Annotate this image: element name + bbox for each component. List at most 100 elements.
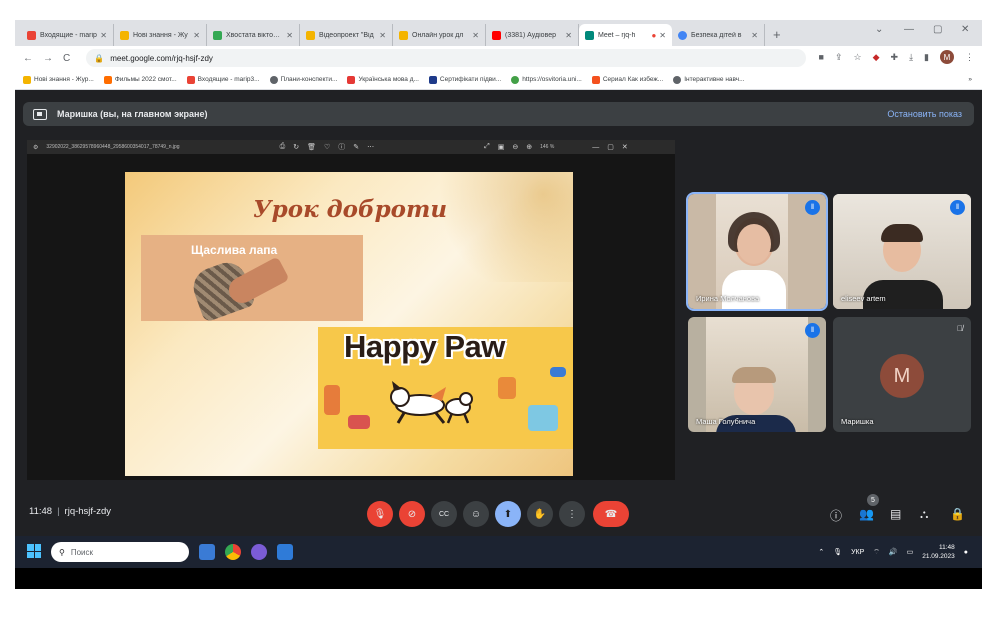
viewer-rotate-icon[interactable]: ↻ (293, 143, 299, 151)
browser-tab[interactable]: Відеопроект "Від ✕ (300, 24, 393, 46)
captions-button[interactable]: CC (431, 501, 457, 527)
browser-tab-active[interactable]: Meet – rjq-h ● ✕ (579, 24, 672, 46)
present-button[interactable]: ⬆ (495, 501, 521, 527)
wifi-icon[interactable]: ⌔ (873, 548, 880, 557)
more-options-button[interactable]: ⋮ (559, 501, 585, 527)
back-icon[interactable]: ← (23, 53, 33, 64)
reload-icon[interactable]: C (63, 53, 70, 64)
participant-tile[interactable]: ⦀ eliseev artem (833, 194, 971, 309)
meeting-info-icon[interactable]: ⓘ (830, 507, 842, 524)
tab-favicon-icon (120, 30, 129, 40)
tab-close-icon[interactable]: ✕ (379, 31, 386, 40)
taskbar-search-input[interactable]: ⚲ Поиск (51, 542, 189, 562)
viewer-favorite-icon[interactable]: ♡ (324, 143, 330, 151)
participant-tile[interactable]: M 🎙̸ Маришка (833, 317, 971, 432)
notifications-icon[interactable]: ● (964, 549, 968, 556)
browser-tab[interactable]: Хвостата вікторин ✕ (207, 24, 300, 46)
tab-close-icon[interactable]: ✕ (565, 31, 572, 40)
viewer-minimize-icon[interactable]: — (592, 144, 599, 151)
viber-app-icon[interactable] (251, 544, 267, 560)
windows-start-icon[interactable] (27, 544, 41, 558)
close-window-icon[interactable]: ✕ (961, 24, 969, 35)
browser-tab[interactable]: Нові знання - Жу ✕ (114, 24, 207, 46)
maximize-icon[interactable]: ▢ (933, 24, 942, 35)
bookmark-item[interactable]: Плани-конспекти... (269, 75, 337, 84)
download-icon[interactable]: ⤓ (909, 52, 913, 63)
extension-icon[interactable]: ◆ (873, 52, 880, 63)
menu-dots-icon[interactable]: ⋮ (965, 52, 974, 63)
bookmarks-overflow-icon[interactable]: » (968, 76, 972, 83)
star-icon[interactable]: ☆ (854, 52, 862, 63)
viewer-close-icon[interactable]: ✕ (622, 143, 628, 151)
bookmark-item[interactable]: Українська мова д... (347, 75, 419, 84)
viewer-app-icon: ⚙ (33, 144, 39, 151)
bookmark-item[interactable]: Нові знання - Жур... (23, 75, 94, 84)
browser-toolbar-icons: ■ ⇪ ☆ ◆ ✚ ⤓ ▮ M ⋮ (819, 50, 974, 64)
viewer-more-icon[interactable]: ⋯ (367, 143, 374, 151)
chat-icon[interactable]: ▤ (890, 507, 901, 521)
tab-favicon-icon (492, 30, 501, 40)
minimize-icon[interactable]: — (904, 24, 914, 35)
people-icon[interactable]: 👥 (859, 507, 874, 521)
viewer-zoom-in-icon[interactable]: ⊕ (526, 143, 532, 151)
viewer-fit-icon[interactable]: ▣ (498, 143, 505, 151)
bookmark-item[interactable]: Сериал Как избеж... (591, 75, 663, 84)
tab-close-icon[interactable]: ✕ (193, 31, 200, 40)
recording-dot-icon: ● (651, 30, 657, 40)
stop-presenting-button[interactable]: Остановить показ (887, 109, 962, 119)
chrome-app-icon[interactable] (225, 544, 241, 560)
mic-toggle-button[interactable]: 🎙 (367, 501, 393, 527)
camera-toggle-button[interactable]: ⊘ (399, 501, 425, 527)
battery-icon[interactable]: ▭ (907, 548, 914, 556)
camera-indicator-icon[interactable]: ■ (819, 52, 824, 62)
bookmark-favicon-icon (23, 75, 31, 84)
bookmark-item[interactable]: Сертифікати підви... (428, 75, 501, 84)
participant-tile[interactable]: ⦀ Ирина Молчанова (686, 192, 828, 311)
new-tab-icon[interactable]: + (773, 27, 781, 42)
participant-tile[interactable]: ⦀ Маша Голубнича (688, 317, 826, 432)
raise-hand-button[interactable]: ✋ (527, 501, 553, 527)
browser-tab[interactable]: Онлайн урок дл ✕ (393, 24, 486, 46)
viewer-delete-icon[interactable]: 🗑 (307, 143, 316, 151)
leave-call-button[interactable]: ☎ (593, 501, 629, 527)
profile-avatar[interactable]: M (940, 50, 954, 64)
bookmark-item[interactable]: Інтерактивне навч... (673, 75, 745, 84)
language-indicator[interactable]: УКР (851, 549, 864, 556)
sidebar-icon[interactable]: ▮ (924, 52, 929, 63)
tray-overflow-icon[interactable]: ⌃ (818, 548, 824, 556)
viewer-zoom-out-icon[interactable]: ⊖ (512, 143, 518, 151)
viewer-print-icon[interactable]: ⎙ (280, 143, 286, 151)
browser-tab[interactable]: Безпека дітей в ✕ (672, 24, 765, 46)
viewer-expand-icon[interactable]: ⤢ (484, 143, 490, 151)
tab-close-icon[interactable]: ✕ (472, 31, 479, 40)
microphone-tray-icon[interactable]: 🎙 (833, 548, 842, 556)
url-input[interactable]: 🔒 meet.google.com/rjq-hsjf-zdy (86, 49, 807, 67)
bookmark-item[interactable]: Фильмы 2022 смот... (103, 75, 177, 84)
paint-app-icon[interactable] (277, 544, 293, 560)
tab-close-icon[interactable]: ✕ (751, 31, 758, 40)
viewer-info-icon[interactable]: ⓘ (338, 142, 345, 152)
pin-extension-icon[interactable]: ✚ (891, 52, 899, 63)
viewer-edit-icon[interactable]: ✎ (353, 143, 359, 151)
browser-tab[interactable]: (3381) Аудіовер ✕ (486, 24, 579, 46)
activities-icon[interactable]: ⛬ (920, 507, 928, 522)
taskbar-clock[interactable]: 11:48 21.09.2023 (922, 543, 955, 561)
volume-icon[interactable]: 🔊 (889, 548, 898, 556)
tab-close-icon[interactable]: ✕ (659, 31, 666, 40)
viewer-zoom-level: 146 % (540, 144, 555, 150)
emoji-button[interactable]: ☺ (463, 501, 489, 527)
forward-icon[interactable]: → (43, 53, 53, 64)
tab-close-icon[interactable]: ✕ (286, 31, 293, 40)
host-controls-icon[interactable]: 🔒 (950, 507, 965, 521)
bookmark-item[interactable]: https://osvitoria.uni... (511, 75, 582, 84)
tab-search-icon[interactable]: ⌄ (875, 24, 883, 35)
bookmark-item[interactable]: Входящие - marip3... (186, 75, 260, 84)
tab-close-icon[interactable]: ✕ (100, 31, 107, 40)
camera-off-icon: ⊘ (407, 508, 417, 520)
share-icon[interactable]: ⇪ (835, 52, 843, 63)
widgets-app-icon[interactable] (199, 544, 215, 560)
hand-icon: ✋ (533, 508, 547, 520)
browser-tab[interactable]: Входящие - marip ✕ (21, 24, 114, 46)
viewer-maximize-icon[interactable]: ▢ (607, 143, 614, 151)
tab-favicon-icon (399, 30, 408, 40)
